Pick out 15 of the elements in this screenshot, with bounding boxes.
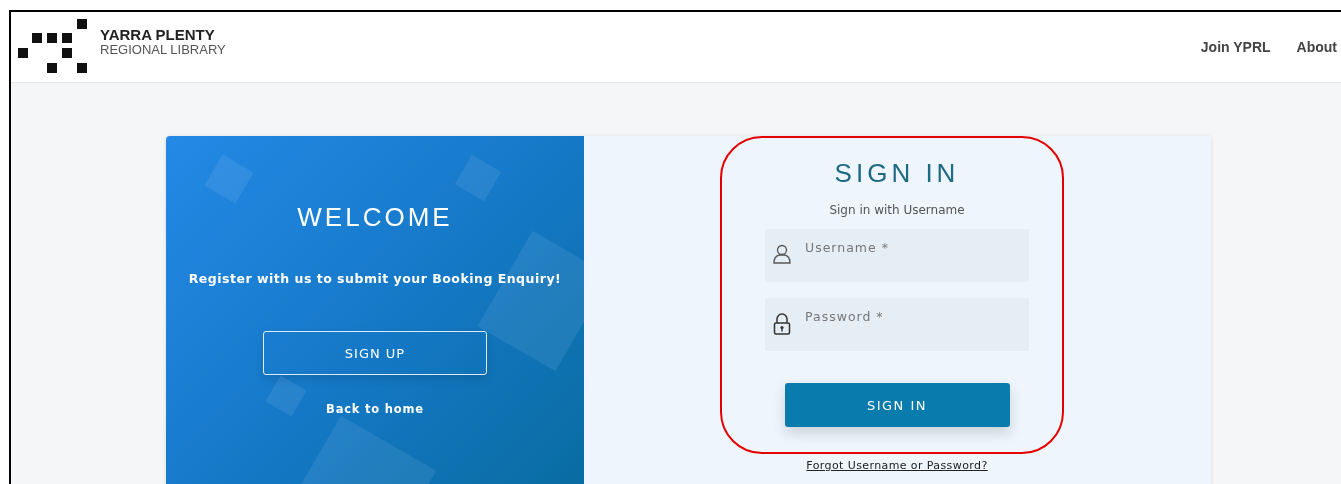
sign-up-button[interactable]: SIGN UP [263,331,487,375]
nav-link[interactable]: About [1296,39,1337,55]
welcome-title: WELCOME [297,202,453,233]
welcome-message: Register with us to submit your Booking Enquiry! [188,271,562,286]
logo-title: YARRA PLENTY [100,27,216,44]
sign-in-title: SIGN IN [834,158,960,189]
sign-in-subtitle: Sign in with Username [829,203,965,217]
forgot-credentials-link[interactable]: Forgot Username or Password? [806,459,988,472]
nav-link[interactable]: Join YPRL [1200,39,1271,55]
input-field[interactable]: Username * [765,229,1029,282]
input-field[interactable]: Password * [765,298,1029,351]
logo-icon [18,19,88,75]
sign-in-button[interactable]: SIGN IN [784,383,1010,427]
back-to-home-link[interactable]: Back to home [326,402,424,416]
logo-subtitle: REGIONAL LIBRARY [100,43,226,57]
